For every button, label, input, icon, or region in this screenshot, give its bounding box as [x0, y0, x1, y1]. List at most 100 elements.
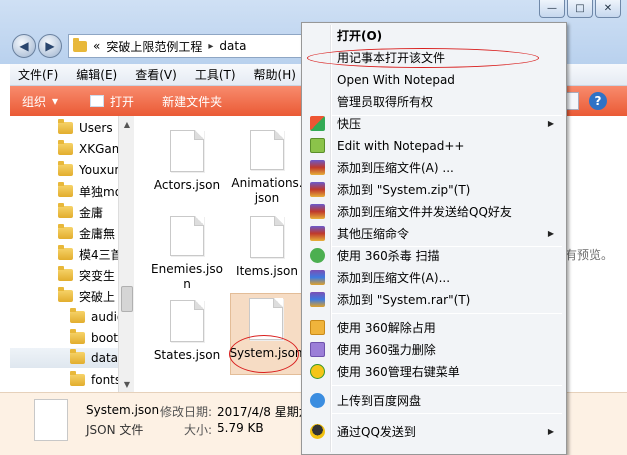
forward-button[interactable]: ▶	[38, 34, 62, 58]
folder-icon	[58, 287, 73, 302]
folder-icon	[70, 329, 85, 344]
file-items[interactable]: Items.json	[231, 212, 303, 292]
annotation-circle-menu	[307, 48, 539, 68]
menu-item-add-rar-archive[interactable]: 添加到压缩文件(A)...	[304, 267, 564, 288]
nav-scrollbar[interactable]: ▲ ▼	[118, 116, 134, 392]
tree-item-data[interactable]: data	[10, 348, 133, 368]
details-modified-value: 2017/4/8 星期六	[217, 405, 311, 419]
document-icon	[90, 95, 105, 107]
open-label: 打开	[110, 94, 135, 109]
file-states[interactable]: States.json	[151, 296, 223, 376]
json-file-icon	[250, 216, 284, 258]
new-folder-label: 新建文件夹	[162, 94, 223, 109]
breadcrumb-data[interactable]: data	[219, 39, 246, 53]
help-button[interactable]: ?	[589, 92, 607, 110]
tree-item-fonts[interactable]: fonts	[70, 370, 121, 390]
menu-item-kuaiya[interactable]: 快压 ▶	[304, 113, 564, 134]
file-actors[interactable]: Actors.json	[151, 126, 223, 206]
folder-icon	[58, 266, 73, 281]
scroll-down-icon[interactable]: ▼	[119, 376, 135, 392]
menu-separator	[332, 313, 562, 314]
back-button[interactable]: ◀	[12, 34, 36, 58]
json-file-icon	[249, 298, 283, 340]
menu-item-360-unlock[interactable]: 使用 360解除占用	[304, 317, 564, 338]
new-folder-button[interactable]: 新建文件夹	[146, 93, 234, 110]
arrow-right-icon: ▶	[45, 39, 55, 53]
folder-icon	[73, 37, 87, 52]
menu-edit[interactable]: 编辑(E)	[76, 66, 117, 83]
folder-icon	[58, 161, 73, 176]
breadcrumb-project[interactable]: 突破上限范例工程	[106, 38, 202, 55]
menu-separator	[332, 413, 562, 414]
details-size-value: 5.79 KB	[217, 421, 264, 435]
address-bar[interactable]: « 突破上限范例工程 ▸ data	[68, 34, 308, 58]
tree-item-youxun[interactable]: Youxun	[58, 160, 122, 180]
folder-icon	[58, 119, 73, 134]
winrar-icon	[310, 292, 325, 307]
tree-item-jinyong-2[interactable]: 金庸無	[58, 223, 115, 243]
menu-view[interactable]: 查看(V)	[135, 66, 177, 83]
delete-icon	[310, 342, 325, 357]
json-file-icon	[170, 300, 204, 342]
tree-item-boots[interactable]: boots	[70, 328, 124, 348]
folder-icon	[58, 140, 73, 155]
organize-button[interactable]: 组织 ▾	[10, 93, 70, 110]
details-filetype: JSON 文件	[86, 423, 144, 437]
folder-icon	[70, 349, 85, 364]
details-size-label: 大小:	[184, 423, 213, 437]
context-menu: 打开(O) 用记事本打开该文件 Open With Notepad 管理员取得所…	[301, 22, 567, 455]
file-animations[interactable]: Animations.json	[231, 126, 303, 206]
json-file-icon	[34, 399, 68, 441]
menu-item-open-with-notepad[interactable]: Open With Notepad	[304, 69, 564, 90]
menu-tools[interactable]: 工具(T)	[195, 66, 236, 83]
archive-icon	[310, 226, 325, 241]
menu-item-other-compress[interactable]: 其他压缩命令 ▶	[304, 223, 564, 244]
tree-item-audio[interactable]: audio	[70, 307, 124, 327]
breadcrumb-separator[interactable]: ▸	[208, 41, 213, 52]
preview-message: 有预览。	[565, 248, 614, 262]
tree-item-mod4[interactable]: 模4三首	[58, 244, 123, 264]
menu-item-add-zip[interactable]: 添加到 "System.zip"(T)	[304, 179, 564, 200]
menu-item-add-rar[interactable]: 添加到 "System.rar"(T)	[304, 289, 564, 310]
menu-item-360-manage[interactable]: 使用 360管理右键菜单	[304, 361, 564, 382]
archive-icon	[310, 204, 325, 219]
menu-item-notepadpp[interactable]: Edit with Notepad++	[304, 135, 564, 156]
open-button[interactable]: 打开	[70, 93, 146, 110]
menu-item-archive-send-qq[interactable]: 添加到压缩文件并发送给QQ好友	[304, 201, 564, 222]
submenu-arrow-icon: ▶	[547, 229, 554, 238]
menu-item-360-scan[interactable]: 使用 360杀毒 扫描	[304, 245, 564, 266]
menu-item-open[interactable]: 打开(O)	[304, 25, 564, 46]
maximize-button[interactable]: □	[567, 0, 593, 18]
tree-item-xkgam[interactable]: XKGam	[58, 139, 123, 159]
menu-item-360-force-delete[interactable]: 使用 360强力删除	[304, 339, 564, 360]
window-controls: — □ ✕	[539, 0, 621, 18]
scroll-up-icon[interactable]: ▲	[119, 116, 135, 132]
menu-item-baidu-upload[interactable]: 上传到百度网盘	[304, 390, 564, 411]
arrow-left-icon: ◀	[19, 39, 29, 53]
menu-help[interactable]: 帮助(H)	[254, 66, 296, 83]
archive-icon	[310, 160, 325, 175]
navigation-pane: Users XKGam Youxun 单独mo 金庸 金庸無 模4三首 突变生 …	[10, 116, 134, 392]
minimize-button[interactable]: —	[539, 0, 565, 18]
tree-item-users[interactable]: Users	[58, 118, 113, 138]
file-enemies[interactable]: Enemies.json	[151, 212, 223, 292]
menu-separator	[332, 385, 562, 386]
unlock-icon	[310, 320, 325, 335]
tree-item-single-mod[interactable]: 单独mo	[58, 181, 122, 201]
tree-item-breakthrough[interactable]: 突破上	[58, 286, 115, 306]
qq-icon	[310, 424, 325, 439]
menu-item-add-archive[interactable]: 添加到压缩文件(A) ...	[304, 157, 564, 178]
folder-icon	[58, 203, 73, 218]
json-file-icon	[170, 216, 204, 256]
cloud-icon	[310, 393, 325, 408]
details-filename: System.json	[86, 403, 160, 417]
tree-item-jinyong[interactable]: 金庸	[58, 202, 103, 222]
submenu-arrow-icon: ▶	[547, 119, 554, 128]
scroll-thumb[interactable]	[121, 286, 133, 312]
tree-item-mutation[interactable]: 突变生	[58, 265, 115, 285]
menu-item-take-ownership[interactable]: 管理员取得所有权	[304, 91, 564, 112]
menu-file[interactable]: 文件(F)	[18, 66, 58, 83]
menu-item-send-qq[interactable]: 通过QQ发送到 ▶	[304, 421, 564, 442]
close-button[interactable]: ✕	[595, 0, 621, 18]
folder-icon	[70, 371, 85, 386]
